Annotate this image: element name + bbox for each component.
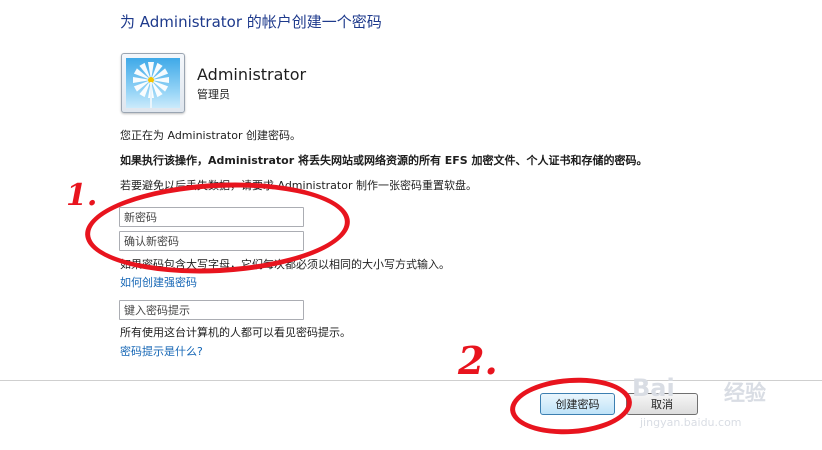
pinwheel-icon — [126, 58, 180, 108]
dialog-footer — [0, 380, 822, 450]
watermark-brand: Bai — [632, 374, 675, 402]
case-note: 如果密码包含大写字母，它们每次都必须以相同的大小写方式输入。 — [120, 258, 450, 271]
avatar — [121, 53, 185, 113]
strong-password-link[interactable]: 如何创建强密码 — [120, 274, 197, 290]
confirm-password-field[interactable] — [119, 231, 304, 251]
hint-note: 所有使用这台计算机的人都可以看见密码提示。 — [120, 326, 351, 339]
reset-disk-text: 若要避免以后丢失数据，请要求 Administrator 制作一张密码重置软盘。 — [120, 179, 477, 192]
password-hint-help-link[interactable]: 密码提示是什么? — [120, 343, 203, 359]
page-title: 为 Administrator 的帐户创建一个密码 — [120, 13, 382, 31]
warning-text: 如果执行该操作，Administrator 将丢失网站或网络资源的所有 EFS … — [120, 154, 648, 167]
annotation-step1-label: 1. — [66, 178, 98, 213]
intro-text: 您正在为 Administrator 创建密码。 — [120, 129, 301, 142]
create-password-button[interactable]: 创建密码 — [540, 393, 615, 415]
user-name: Administrator — [197, 65, 307, 84]
watermark-url: jingyan.baidu.com — [640, 416, 742, 429]
user-role: 管理员 — [197, 88, 230, 101]
watermark-brand-cn: 经验 — [724, 381, 766, 405]
password-hint-field[interactable] — [119, 300, 304, 320]
new-password-field[interactable] — [119, 207, 304, 227]
annotation-step2-label: 2. — [458, 338, 498, 383]
